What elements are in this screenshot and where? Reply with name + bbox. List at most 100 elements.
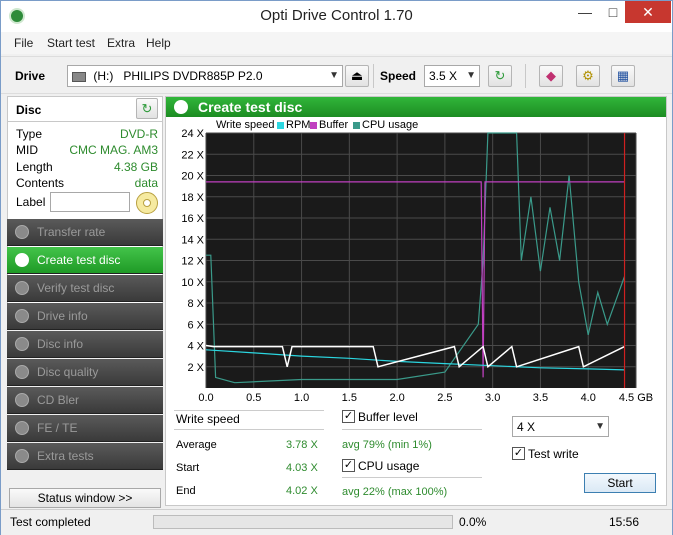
buffer-level-checkbox[interactable]: ✓ (342, 410, 355, 423)
nav-transfer-rate[interactable]: Transfer rate (7, 219, 163, 246)
minimize-icon[interactable]: — (571, 1, 599, 23)
panel-header: Create test disc (166, 97, 666, 117)
title-bar: Opti Drive Control 1.70 — □ ✕ (1, 1, 672, 32)
cd-bler-icon (15, 393, 29, 407)
legend-swatch-rpm (277, 122, 284, 129)
eject-button[interactable]: ⏏ (345, 65, 369, 87)
disc-label-key: Label (16, 195, 46, 209)
create-test-disc-panel: Create test disc 0.0 0.5 1.0 1.5 2.0 2.5 3.0 3.… (165, 96, 667, 506)
menu-help[interactable]: Help (146, 36, 171, 50)
x-tick-label: 0.5 (246, 392, 261, 404)
create-test-disc-icon (15, 253, 29, 267)
transfer-rate-icon (15, 225, 29, 239)
verify-test-disc-icon (15, 281, 29, 295)
start-button[interactable]: Start (584, 473, 656, 493)
y-tick-label: 6 X (187, 319, 204, 331)
y-tick-label: 22 X (181, 149, 204, 161)
x-tick-label: 2.0 (389, 392, 404, 404)
panel-title: Create test disc (198, 99, 303, 115)
drive-select[interactable]: (H:) PHILIPS DVDR885P P2.0 ▼ (67, 65, 343, 87)
speed-value: 3.5 X (429, 69, 458, 83)
status-window-button[interactable]: Status window >> (9, 488, 161, 508)
toolbar-separator (373, 64, 374, 88)
legend-cpu-usage: CPU usage (362, 119, 419, 131)
gears-icon: ⚙ (582, 68, 594, 83)
disc-header-label: Disc (16, 103, 42, 117)
y-tick-label: 2 X (187, 362, 204, 374)
eject-icon: ⏏ (350, 68, 364, 83)
drive-info-icon (15, 309, 29, 323)
buffer-stats: avg 79% (min 1%) (342, 439, 432, 451)
x-tick-label: 4.5 GB (619, 392, 653, 404)
nav-disc-quality[interactable]: Disc quality (7, 359, 163, 386)
speed-select[interactable]: 3.5 X ▼ (424, 65, 480, 87)
settings-button[interactable]: ⚙ (576, 65, 600, 87)
menu-file[interactable]: File (14, 36, 33, 50)
divider (342, 429, 482, 430)
refresh-speed-button[interactable]: ↻ (488, 65, 512, 87)
app-window: Opti Drive Control 1.70 — □ ✕ File Start… (0, 0, 673, 535)
nav-fe-te[interactable]: FE / TE (7, 415, 163, 442)
test-speed-select[interactable]: 4 X ▼ (512, 416, 609, 437)
test-write-checkbox[interactable]: ✓ (512, 447, 525, 460)
save-icon: ▦ (616, 68, 630, 83)
legend-buffer: Buffer (319, 119, 349, 131)
nav-verify-test-disc[interactable]: Verify test disc (7, 275, 163, 302)
y-tick-label: 8 X (187, 298, 204, 310)
average-value: 3.78 X (286, 439, 318, 451)
x-tick-label: 1.5 (342, 392, 357, 404)
y-tick-label: 4 X (187, 341, 204, 353)
y-tick-label: 10 X (181, 277, 204, 289)
disc-icon (143, 199, 151, 207)
status-bar: Test completed 0.0% 15:56 (1, 509, 672, 535)
refresh-icon: ↻ (141, 101, 153, 116)
close-icon[interactable]: ✕ (625, 1, 671, 23)
legend-rpm: RPM (286, 119, 311, 131)
end-label: End (176, 485, 196, 497)
refresh-icon: ↻ (494, 68, 506, 83)
y-tick-label: 16 X (181, 213, 204, 225)
nav-cd-bler[interactable]: CD Bler (7, 387, 163, 414)
chevron-down-icon: ▼ (329, 70, 339, 81)
disc-quality-icon (15, 365, 29, 379)
chevron-down-icon: ▼ (466, 70, 476, 81)
nav-extra-tests[interactable]: Extra tests (7, 443, 163, 470)
toolbar-separator (525, 64, 526, 88)
y-tick-label: 12 X (181, 256, 204, 268)
left-panel: Disc ↻ Type DVD-R MID CMC MAG. AM3 Length 4… (7, 96, 163, 486)
nav-disc-info[interactable]: Disc info (7, 331, 163, 358)
menu-bar: File Start test Extra Help (1, 32, 672, 54)
status-text: Test completed (10, 515, 91, 529)
refresh-disc-button[interactable]: ↻ (136, 98, 158, 119)
create-test-disc-icon (174, 100, 188, 114)
x-tick-label: 1.0 (294, 392, 309, 404)
cpu-usage-checkbox[interactable]: ✓ (342, 459, 355, 472)
fe-te-icon (15, 421, 29, 435)
save-button[interactable]: ▦ (611, 65, 635, 87)
nav-create-test-disc[interactable]: Create test disc (7, 247, 163, 274)
end-value: 4.02 X (286, 485, 318, 497)
maximize-icon[interactable]: □ (599, 1, 627, 23)
chevron-down-icon: ▼ (595, 421, 605, 432)
write-speed-chart: 0.0 0.5 1.0 1.5 2.0 2.5 3.0 3.5 4.0 4.5 GB 2 X 4 X 6… (181, 128, 653, 404)
drive-letter: (H:) (93, 69, 114, 83)
legend-swatch-cpu (353, 122, 360, 129)
y-tick-label: 24 X (181, 128, 204, 140)
disc-mid-row: MID CMC MAG. AM3 (16, 143, 158, 157)
x-tick-label: 3.0 (485, 392, 500, 404)
x-tick-label: 2.5 (437, 392, 452, 404)
nav-drive-info[interactable]: Drive info (7, 303, 163, 330)
disc-label-input[interactable] (50, 192, 130, 212)
disc-label-button[interactable] (136, 192, 158, 214)
x-tick-label: 0.0 (198, 392, 213, 404)
drive-icon (72, 71, 86, 82)
extra-tests-icon (15, 449, 29, 463)
progress-bar (153, 515, 453, 529)
erase-button[interactable]: ◆ (539, 65, 563, 87)
divider (174, 429, 324, 430)
menu-start-test[interactable]: Start test (47, 36, 95, 50)
disc-type-row: Type DVD-R (16, 127, 158, 141)
start-value: 4.03 X (286, 462, 318, 474)
menu-extra[interactable]: Extra (107, 36, 135, 50)
y-tick-label: 20 X (181, 171, 204, 183)
